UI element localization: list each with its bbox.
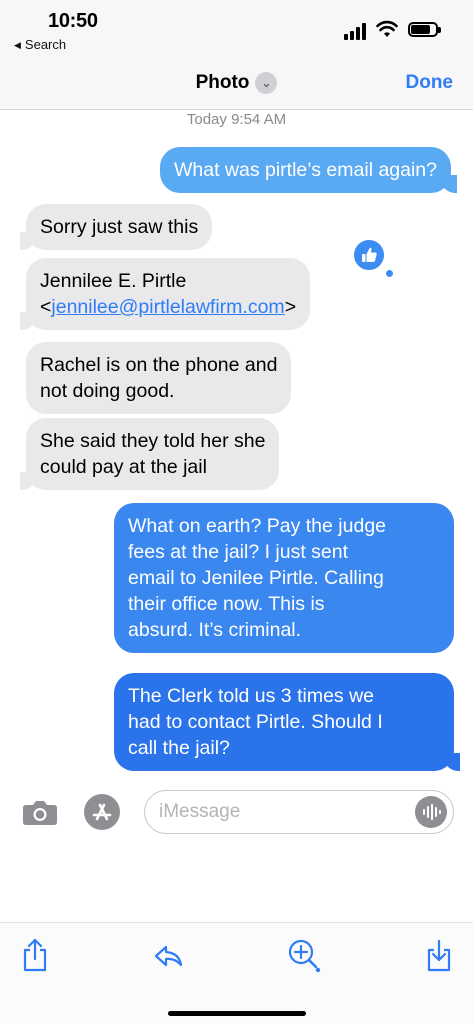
- save-icon[interactable]: [424, 937, 454, 973]
- app-store-icon[interactable]: [84, 794, 120, 830]
- message-line: not doing good.: [40, 380, 175, 402]
- message-input[interactable]: [159, 799, 409, 825]
- nav-bar: Photo ⌄ Done: [0, 60, 473, 110]
- outgoing-message[interactable]: What on earth? Pay the judge fees at the…: [114, 503, 454, 653]
- message-line: fees at the jail? I just sent: [128, 541, 349, 563]
- bottom-toolbar: [0, 922, 473, 1024]
- message-line: absurd. It’s criminal.: [128, 619, 302, 641]
- message-line: The Clerk told us 3 times we: [128, 685, 375, 707]
- message-input-field[interactable]: [144, 790, 454, 834]
- email-link[interactable]: jennilee@pirtlelawfirm.com: [51, 296, 284, 318]
- incoming-message[interactable]: Rachel is on the phone and not doing goo…: [26, 342, 292, 414]
- clock: 10:50: [48, 10, 98, 32]
- message-line: Sorry just saw this: [40, 216, 199, 238]
- audio-message-button[interactable]: [415, 796, 447, 828]
- zoom-in-icon[interactable]: [286, 937, 322, 973]
- message-line: She said they told her she: [40, 430, 266, 452]
- email-bracket: >: [284, 296, 297, 318]
- nav-title[interactable]: Photo ⌄: [0, 72, 473, 94]
- share-icon[interactable]: [20, 937, 50, 973]
- back-triangle-icon: ◀: [14, 40, 21, 50]
- thumbs-up-icon: [362, 247, 377, 262]
- message-line: <jennilee@pirtlelawfirm.com>: [40, 294, 296, 320]
- message-line: their office now. This is: [128, 593, 325, 615]
- tapback-tail-dot: [386, 270, 393, 277]
- back-app-label: Search: [24, 37, 67, 52]
- waveform-icon: [423, 804, 441, 820]
- message-line: Jennilee E. Pirtle: [40, 270, 187, 292]
- message-line: could pay at the jail: [40, 456, 207, 478]
- camera-icon[interactable]: [22, 798, 58, 826]
- message-line: What was pirtle’s email again?: [173, 159, 437, 181]
- conversation-timestamp: Today 9:54 AM: [186, 111, 287, 128]
- done-button[interactable]: Done: [406, 72, 454, 94]
- incoming-message[interactable]: Jennilee E. Pirtle <jennilee@pirtlelawfi…: [20, 258, 311, 330]
- message-line: call the jail?: [128, 737, 230, 759]
- home-indicator[interactable]: [168, 1011, 306, 1016]
- email-bracket: <: [40, 296, 52, 318]
- status-bar: 10:50 ◀ Search: [0, 0, 473, 60]
- incoming-message[interactable]: Sorry just saw this: [20, 204, 213, 250]
- message-line: had to contact Pirtle. Should I: [128, 711, 383, 733]
- nav-title-text: Photo: [195, 72, 250, 93]
- outgoing-message[interactable]: What was pirtle’s email again?: [159, 147, 457, 193]
- wifi-icon: [376, 20, 398, 37]
- outgoing-message[interactable]: The Clerk told us 3 times we had to cont…: [114, 673, 460, 771]
- battery-icon: [408, 22, 441, 37]
- message-line: Rachel is on the phone and: [40, 354, 278, 376]
- chevron-down-icon[interactable]: ⌄: [255, 72, 278, 94]
- message-line: email to Jenilee Pirtle. Calling: [128, 567, 384, 589]
- message-line: What on earth? Pay the judge: [128, 515, 387, 537]
- back-to-app-link[interactable]: ◀ Search: [14, 37, 66, 52]
- incoming-message[interactable]: She said they told her she could pay at …: [20, 418, 280, 490]
- reply-icon[interactable]: [152, 937, 184, 973]
- composer-bar: [0, 786, 473, 838]
- cellular-signal-icon: [344, 22, 370, 40]
- thumbs-up-tapback-icon[interactable]: [352, 238, 386, 272]
- app-store-glyph-icon: [92, 803, 112, 821]
